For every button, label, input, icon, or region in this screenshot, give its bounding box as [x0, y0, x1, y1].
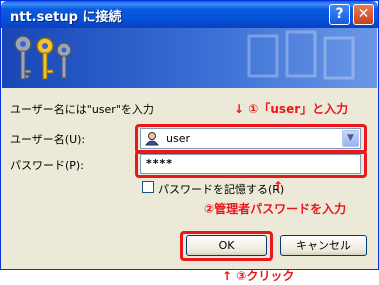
- remember-checkbox[interactable]: [142, 181, 154, 193]
- window-title: ntt.setup に接続: [10, 10, 122, 25]
- ok-button[interactable]: OK: [186, 235, 267, 256]
- help-button[interactable]: ?: [329, 4, 350, 25]
- help-icon: ?: [335, 6, 344, 22]
- username-prompt: ユーザー名には"user"を入力: [10, 103, 154, 116]
- username-label: ユーザー名(U):: [10, 133, 86, 146]
- password-label: パスワード(P):: [10, 159, 84, 172]
- cancel-button[interactable]: キャンセル: [280, 235, 367, 256]
- step3-annotation: ↑ ③クリック: [222, 269, 295, 283]
- username-combobox[interactable]: user ▼: [140, 128, 361, 149]
- login-dialog: ntt.setup に接続 ? ✕ ユーザー名には"user"を入力 ↓ ①「u…: [0, 0, 379, 270]
- dropdown-button[interactable]: ▼: [342, 130, 359, 147]
- close-button[interactable]: ✕: [353, 4, 374, 25]
- keys-icon: [14, 35, 72, 80]
- step2-arrow: ↑: [273, 179, 284, 193]
- remember-label[interactable]: パスワードを記憶する(R): [158, 181, 284, 197]
- username-value: user: [166, 132, 190, 145]
- dialog-banner: [2, 28, 377, 88]
- password-value: ****: [146, 157, 174, 170]
- password-field[interactable]: ****: [140, 154, 361, 174]
- user-icon: [145, 132, 160, 146]
- step1-annotation: ↓ ①「user」と入力: [234, 102, 349, 116]
- chevron-down-icon: ▼: [347, 133, 354, 143]
- step2-annotation: ②管理者パスワードを入力: [204, 202, 347, 216]
- banner-decoration: [247, 30, 355, 80]
- title-bar[interactable]: ntt.setup に接続 ? ✕: [1, 1, 378, 28]
- close-icon: ✕: [357, 6, 370, 22]
